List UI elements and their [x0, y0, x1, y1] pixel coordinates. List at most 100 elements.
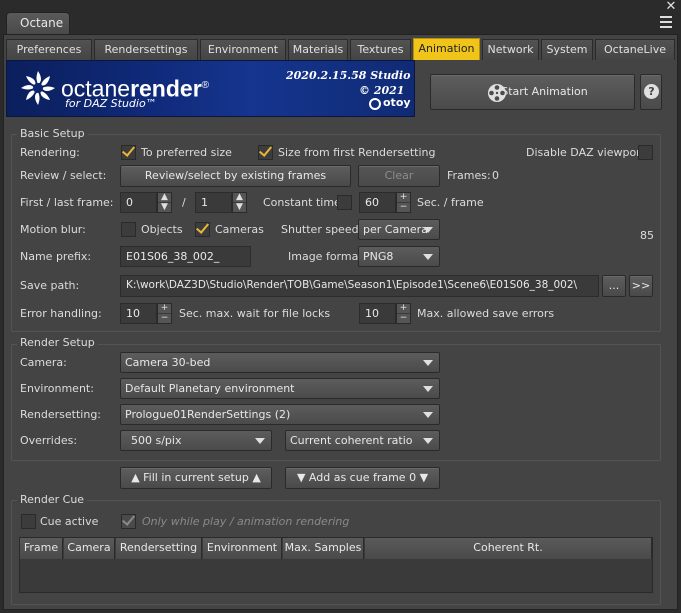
wait-seconds-label: Sec. max. wait for file locks: [179, 307, 331, 320]
name-prefix-input[interactable]: E01S06_38_002_: [120, 246, 251, 267]
film-reel-icon: [487, 83, 507, 103]
last-frame-input[interactable]: 1: [195, 192, 232, 213]
start-animation-button[interactable]: Start Animation: [430, 74, 635, 110]
open-folder-button[interactable]: >>: [629, 275, 653, 297]
override-ratio-value: Current coherent ratio: [290, 434, 413, 447]
image-format-select[interactable]: PNG8: [358, 246, 440, 267]
only-while-play-label: Only while play / animation rendering: [142, 515, 350, 528]
render-cue-title: Render Cue: [17, 493, 88, 507]
brand-subtitle: for DAZ Studio™: [65, 97, 157, 110]
frame-separator: /: [182, 196, 186, 209]
environment-value: Default Planetary environment: [125, 382, 295, 395]
panel-menu-icon[interactable]: [657, 13, 675, 31]
first-frame-input[interactable]: 0: [120, 192, 157, 213]
tab-animation[interactable]: Animation: [413, 38, 480, 60]
review-label: Review / select:: [20, 169, 107, 182]
rendersetting-label: Rendersetting:: [20, 408, 102, 421]
review-select-button[interactable]: Review/select by existing frames: [120, 165, 351, 187]
shutter-number: 85: [640, 229, 654, 242]
fill-current-setup-button[interactable]: ▲ Fill in current setup ▲: [120, 467, 272, 489]
frames-label: Frames:: [447, 169, 491, 182]
max-errors-stepper[interactable]: + −: [396, 303, 411, 324]
to-preferred-size-label: To preferred size: [141, 146, 232, 159]
chevron-down-icon: [423, 254, 433, 260]
override-samples-select[interactable]: 500 s/pix: [120, 430, 272, 451]
shutter-speed-select[interactable]: per Camera: [358, 219, 440, 240]
shutter-speed-label: Shutter speed:: [281, 223, 363, 236]
clear-button[interactable]: Clear: [358, 165, 440, 187]
basic-setup-title: Basic Setup: [17, 127, 88, 141]
constant-time-label: Constant time:: [263, 196, 345, 209]
version-text: 2020.2.15.58 Studio: [286, 69, 411, 82]
last-frame-stepper[interactable]: ▲ ▼: [232, 192, 247, 213]
camera-value: Camera 30-bed: [125, 356, 211, 369]
col-camera[interactable]: Camera: [64, 538, 115, 559]
help-icon: ?: [644, 84, 659, 99]
start-animation-label: Start Animation: [501, 85, 588, 98]
image-format-label: Image format:: [288, 250, 367, 263]
octane-logo-icon: [19, 69, 57, 107]
chevron-down-icon: [423, 438, 433, 444]
environment-select[interactable]: Default Planetary environment: [120, 378, 440, 399]
wait-seconds-input[interactable]: 10: [120, 303, 157, 324]
size-from-first-label: Size from first Rendersetting: [278, 146, 436, 159]
col-max-samples[interactable]: Max. Samples: [283, 538, 364, 559]
tab-rendersettings[interactable]: Rendersettings: [94, 39, 198, 60]
constant-time-checkbox[interactable]: [337, 195, 352, 210]
first-frame-stepper[interactable]: ▲ ▼: [157, 192, 172, 213]
chevron-down-icon: [423, 360, 433, 366]
cameras-checkbox[interactable]: [195, 222, 210, 237]
tab-system[interactable]: System: [541, 39, 593, 60]
cue-active-checkbox[interactable]: [21, 514, 36, 529]
col-coherent-rt[interactable]: Coherent Rt.: [365, 538, 652, 559]
max-errors-label: Max. allowed save errors: [417, 307, 555, 320]
help-button[interactable]: ?: [640, 74, 662, 110]
tab-octanelive[interactable]: OctaneLive: [595, 39, 675, 60]
camera-select[interactable]: Camera 30-bed: [120, 352, 440, 373]
rendering-label: Rendering:: [20, 146, 80, 159]
rendersetting-select[interactable]: Prologue01RenderSettings (2): [120, 404, 440, 425]
constant-time-stepper[interactable]: + −: [396, 192, 411, 213]
close-icon[interactable]: ✕: [664, 0, 678, 14]
max-errors-input[interactable]: 10: [359, 303, 396, 324]
environment-label: Environment:: [20, 382, 94, 395]
tab-environment[interactable]: Environment: [200, 39, 286, 60]
name-prefix-label: Name prefix:: [20, 250, 92, 263]
to-preferred-size-checkbox[interactable]: [121, 145, 136, 160]
constant-time-input[interactable]: 60: [359, 192, 396, 213]
window-title: Octane: [20, 16, 64, 30]
otoy-logo-icon: [369, 98, 381, 110]
first-last-label: First / last frame:: [20, 196, 114, 209]
error-handling-label: Error handling:: [20, 307, 102, 320]
title-bar: [0, 0, 681, 34]
disable-viewport-label: Disable DAZ viewport: [526, 146, 646, 159]
col-rendersetting[interactable]: Rendersetting: [116, 538, 202, 559]
tab-preferences[interactable]: Preferences: [6, 39, 92, 60]
chevron-down-icon: [423, 227, 433, 233]
octane-banner: octanerender® for DAZ Studio™ 2020.2.15.…: [6, 60, 415, 117]
sec-frame-label: Sec. / frame: [417, 196, 484, 209]
objects-checkbox[interactable]: [121, 222, 136, 237]
tab-textures[interactable]: Textures: [350, 39, 411, 60]
disable-viewport-checkbox[interactable]: [638, 145, 653, 160]
col-environment[interactable]: Environment: [203, 538, 282, 559]
camera-label: Camera:: [20, 356, 67, 369]
override-samples-value: 500 s/pix: [131, 434, 182, 447]
objects-label: Objects: [141, 223, 183, 236]
tab-materials[interactable]: Materials: [288, 39, 348, 60]
col-frame[interactable]: Frame: [20, 538, 63, 559]
registered-mark: ®: [201, 80, 210, 91]
save-path-label: Save path:: [20, 279, 80, 292]
only-while-play-checkbox[interactable]: [121, 514, 136, 529]
override-ratio-select[interactable]: Current coherent ratio: [285, 430, 440, 451]
tab-network[interactable]: Network: [482, 39, 539, 60]
add-cue-frame-button[interactable]: ▼ Add as cue frame 0 ▼: [285, 467, 440, 489]
save-path-input[interactable]: K:\work\DAZ3D\Studio\Render\TOB\Game\Sea…: [120, 275, 599, 297]
rendersetting-value: Prologue01RenderSettings (2): [125, 408, 291, 421]
size-from-first-checkbox[interactable]: [258, 145, 273, 160]
wait-seconds-stepper[interactable]: + −: [157, 303, 172, 324]
company-text: otoy: [383, 96, 411, 109]
browse-button[interactable]: ...: [602, 275, 626, 297]
motion-blur-label: Motion blur:: [20, 223, 86, 236]
cameras-label: Cameras: [215, 223, 264, 236]
